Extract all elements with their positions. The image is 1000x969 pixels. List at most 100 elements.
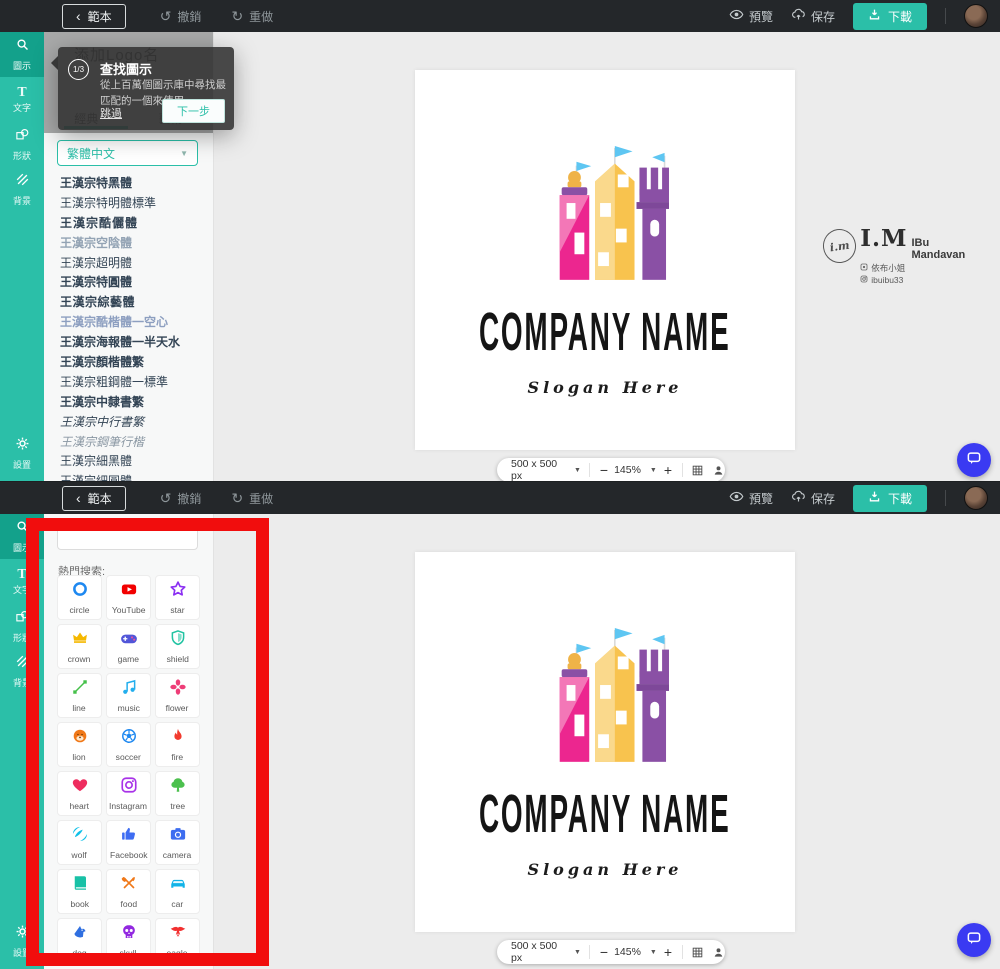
font-list-item[interactable]: 王漢宗特圓體	[44, 273, 213, 293]
icon-card-food[interactable]: food	[106, 869, 151, 914]
redo-button[interactable]: ↻ 重做	[231, 490, 273, 507]
zoom-level-select[interactable]: 145%	[614, 464, 641, 476]
font-list-item[interactable]: 王漢宗空陰體	[44, 234, 213, 254]
icon-card-circle[interactable]: circle	[57, 575, 102, 620]
icon-card-facebook[interactable]: Facebook	[106, 820, 151, 865]
slogan-text[interactable]: Slogan Here	[528, 378, 683, 397]
font-list-item[interactable]: 王漢宗酷楷體一空心	[44, 313, 213, 333]
icon-card-tree[interactable]: tree	[155, 771, 200, 816]
center-position-icon[interactable]	[712, 464, 725, 477]
sidebar-item-settings[interactable]: 設置	[0, 921, 44, 961]
templates-button[interactable]: ‹ 範本	[62, 3, 126, 29]
icon-card-fire[interactable]: fire	[155, 722, 200, 767]
sidebar-item-icons[interactable]: 圖示	[0, 514, 44, 559]
design-canvas[interactable]: COMPANY NAME Slogan Here	[415, 70, 795, 450]
font-list-item[interactable]: 王漢宗顏楷體繁	[44, 353, 213, 373]
grid-toggle-icon[interactable]	[691, 464, 704, 477]
search-icon	[15, 519, 30, 539]
icon-card-music[interactable]: music	[106, 673, 151, 718]
icon-card-soccer[interactable]: soccer	[106, 722, 151, 767]
icon-card-instagram[interactable]: Instagram	[106, 771, 151, 816]
templates-button[interactable]: ‹ 範本	[62, 485, 126, 511]
font-list-item[interactable]: 王漢宗特明體標準	[44, 194, 213, 214]
canvas-size-select[interactable]: 500 x 500 px	[511, 458, 569, 481]
app-logo[interactable]	[0, 482, 44, 525]
icon-card-wolf[interactable]: wolf	[57, 820, 102, 865]
sidebar-item-icons[interactable]: 圖示	[0, 32, 44, 77]
redo-icon: ↻	[231, 489, 244, 506]
instagram-icon	[120, 776, 138, 799]
sidebar-item-background[interactable]: 背景	[0, 167, 44, 212]
watermark-name: IBu Mandavan	[911, 237, 966, 261]
zoom-in-button[interactable]: +	[664, 462, 672, 478]
font-list-item[interactable]: 王漢宗特黑體	[44, 174, 213, 194]
font-list-item[interactable]: 王漢宗海報體一半天水	[44, 333, 213, 353]
design-canvas[interactable]: COMPANY NAME Slogan Here	[415, 552, 795, 932]
font-list-item[interactable]: 王漢宗鋼筆行楷	[44, 433, 213, 453]
download-button[interactable]: 下載	[852, 484, 927, 512]
sidebar-item-text[interactable]: T 文字	[0, 77, 44, 122]
icon-card-shield[interactable]: shield	[155, 624, 200, 669]
sidebar-item-text[interactable]: T 文字	[0, 559, 44, 604]
company-name-text[interactable]: COMPANY NAME	[479, 784, 731, 846]
zoom-in-button[interactable]: +	[664, 944, 672, 960]
user-avatar[interactable]	[964, 4, 988, 28]
icon-card-camera[interactable]: camera	[155, 820, 200, 865]
icon-card-crown[interactable]: crown	[57, 624, 102, 669]
chat-support-button[interactable]	[957, 443, 991, 477]
font-list-item[interactable]: 王漢宗中行書繁	[44, 413, 213, 433]
preview-button[interactable]: 預覽	[729, 7, 773, 25]
icon-card-label: circle	[69, 605, 90, 615]
icon-search-input[interactable]	[57, 522, 198, 550]
font-list-item[interactable]: 王漢宗超明體	[44, 254, 213, 274]
chat-support-button[interactable]	[957, 923, 991, 957]
header-divider	[945, 8, 946, 24]
language-select[interactable]: 繁體中文 ▼	[57, 140, 198, 166]
icon-card-car[interactable]: car	[155, 869, 200, 914]
app-logo[interactable]	[0, 0, 44, 43]
user-avatar[interactable]	[964, 486, 988, 510]
icon-card-book[interactable]: book	[57, 869, 102, 914]
tour-next-button[interactable]: 下一步	[162, 99, 225, 123]
icon-card-youtube[interactable]: YouTube	[106, 575, 151, 620]
icon-card-lion[interactable]: lion	[57, 722, 102, 767]
sidebar-item-shapes[interactable]: 形狀	[0, 604, 44, 649]
zoom-out-button[interactable]: −	[600, 944, 608, 960]
watermark-line2: ibuibu33	[871, 275, 904, 285]
icon-card-star[interactable]: star	[155, 575, 200, 620]
sidebar-item-settings[interactable]: 設置	[0, 433, 44, 473]
font-list-item[interactable]: 王漢宗酷儷體	[44, 214, 213, 234]
save-button[interactable]: 保存	[791, 489, 835, 507]
undo-button[interactable]: ↺ 撤銷	[160, 8, 202, 25]
redo-button[interactable]: ↻ 重做	[231, 8, 273, 25]
icon-card-game[interactable]: game	[106, 624, 151, 669]
zoom-out-button[interactable]: −	[600, 462, 608, 478]
tour-skip-link[interactable]: 跳過	[100, 105, 122, 121]
canvas-size-select[interactable]: 500 x 500 px	[511, 940, 569, 964]
icon-card-line[interactable]: line	[57, 673, 102, 718]
preview-button[interactable]: 預覽	[729, 489, 773, 507]
font-list-item[interactable]: 王漢宗粗鋼體一標準	[44, 373, 213, 393]
font-list-item[interactable]: 王漢宗綜藝體	[44, 293, 213, 313]
icon-card-flower[interactable]: flower	[155, 673, 200, 718]
grid-toggle-icon[interactable]	[691, 946, 704, 959]
center-position-icon[interactable]	[712, 946, 725, 959]
castle-logo-graphic[interactable]	[541, 142, 672, 288]
company-name-text[interactable]: COMPANY NAME	[479, 302, 731, 364]
icon-card-skull[interactable]: skull	[106, 918, 151, 963]
font-list-item[interactable]: 王漢宗細圓體	[44, 472, 213, 481]
zoom-level-select[interactable]: 145%	[614, 946, 641, 958]
icon-card-eagle[interactable]: eagle	[155, 918, 200, 963]
download-button[interactable]: 下載	[852, 2, 927, 30]
sidebar-item-shapes[interactable]: 形狀	[0, 122, 44, 167]
undo-button[interactable]: ↺ 撤銷	[160, 490, 202, 507]
icon-card-dog[interactable]: dog	[57, 918, 102, 963]
icon-card-heart[interactable]: heart	[57, 771, 102, 816]
font-list-item[interactable]: 王漢宗細黑體	[44, 452, 213, 472]
slogan-text[interactable]: Slogan Here	[528, 860, 683, 879]
font-list-item[interactable]: 王漢宗中隸書繁	[44, 393, 213, 413]
save-button[interactable]: 保存	[791, 7, 835, 25]
castle-logo-graphic[interactable]	[541, 624, 672, 770]
sidebar-item-background[interactable]: 背景	[0, 649, 44, 694]
chat-bubble-icon	[965, 449, 983, 472]
